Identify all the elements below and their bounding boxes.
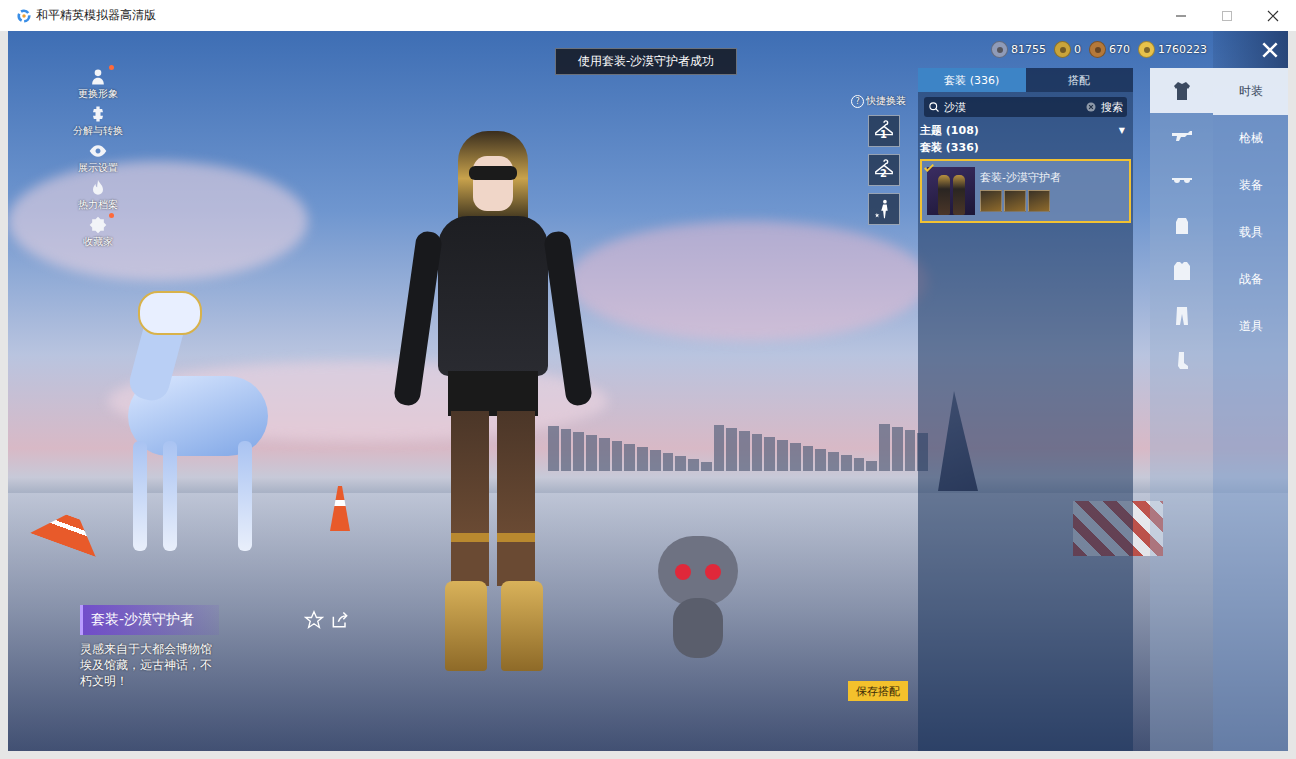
- category-icon: [1170, 304, 1194, 328]
- notification-dot: [109, 213, 114, 218]
- window-title: 和平精英模拟器高清版: [36, 7, 156, 24]
- emulator-window: 和平精英模拟器高清版使用套装-沙漠守护者成功更换形象分解与转换展示设置热力档案收…: [0, 0, 1296, 759]
- main-tab[interactable]: 装备: [1213, 162, 1288, 209]
- currency-item: 670: [1089, 41, 1130, 58]
- wardrobe-panel: 8175506701760223套装 (336)搭配沙漠搜索主题 (108)▼套…: [918, 31, 1288, 751]
- side-menu-item[interactable]: 更换形象: [70, 67, 126, 104]
- category-button[interactable]: [1150, 203, 1213, 248]
- currency-bar: 81755 0 670 1760223: [918, 31, 1213, 68]
- currency-icon: [1138, 41, 1155, 58]
- side-menu: 更换形象分解与转换展示设置热力档案收藏家: [70, 67, 126, 252]
- category-button[interactable]: [1150, 293, 1213, 338]
- save-outfit-button[interactable]: 保存搭配: [848, 681, 908, 701]
- panel-tab[interactable]: 搭配: [1026, 68, 1134, 92]
- outfit-name: 套装-沙漠守护者: [80, 605, 219, 635]
- search-button[interactable]: 搜索: [1101, 100, 1123, 115]
- category-button[interactable]: [1150, 248, 1213, 293]
- selected-check-icon: [923, 162, 935, 174]
- main-tabs: 时装枪械装备载具战备道具: [1213, 68, 1288, 751]
- category-bar: [1150, 68, 1213, 751]
- outfit-description: 灵感来自于大都会博物馆埃及馆藏，远古神话，不朽文明！: [80, 641, 220, 689]
- close-icon: [1267, 10, 1279, 22]
- minimize-icon: [1175, 10, 1187, 22]
- quick-change: ?快捷换装12: [851, 94, 906, 225]
- pet-cat: [658, 536, 738, 661]
- category-icon: [1170, 169, 1194, 193]
- main-tab[interactable]: 载具: [1213, 209, 1288, 256]
- currency-item: 0: [1054, 41, 1081, 58]
- side-menu-item[interactable]: 热力档案: [70, 178, 126, 215]
- unicorn-mount: [108, 261, 278, 561]
- category-icon: [1170, 349, 1194, 373]
- menu-icon: [88, 215, 108, 235]
- share-icon[interactable]: [330, 610, 350, 630]
- figure-star-icon: [873, 198, 895, 220]
- maximize-icon: [1221, 10, 1233, 22]
- city-skyline: [548, 421, 928, 471]
- game-screen: 使用套装-沙漠守护者成功更换形象分解与转换展示设置热力档案收藏家?快捷换装12套…: [8, 31, 1288, 751]
- category-icon: [1170, 124, 1194, 148]
- outfit-info: 套装-沙漠守护者灵感来自于大都会博物馆埃及馆藏，远古神话，不朽文明！: [80, 605, 350, 689]
- side-menu-item[interactable]: 分解与转换: [70, 104, 126, 141]
- notification-dot: [109, 65, 114, 70]
- help-button[interactable]: ?: [851, 95, 864, 108]
- panel-tab[interactable]: 套装 (336): [918, 68, 1026, 92]
- app-logo-icon: [17, 9, 31, 23]
- category-button[interactable]: [1150, 158, 1213, 203]
- currency-icon: [1089, 41, 1106, 58]
- favorite-star-icon[interactable]: [304, 610, 324, 630]
- part-gloves-icon: [980, 190, 1002, 212]
- minimize-button[interactable]: [1158, 0, 1204, 31]
- main-tab[interactable]: 战备: [1213, 256, 1288, 303]
- currency-item: 1760223: [1138, 41, 1207, 58]
- main-tab[interactable]: 道具: [1213, 303, 1288, 350]
- menu-icon: [88, 104, 108, 124]
- outfit-card[interactable]: 套装-沙漠守护者: [920, 159, 1131, 223]
- model-view-button[interactable]: [868, 193, 900, 225]
- category-button[interactable]: [1150, 68, 1213, 113]
- quick-slot-button[interactable]: 1: [868, 115, 900, 147]
- hud: 使用套装-沙漠守护者成功更换形象分解与转换展示设置热力档案收藏家?快捷换装12套…: [8, 31, 918, 751]
- category-icon: [1170, 259, 1194, 283]
- theme-filter[interactable]: 主题 (108)▼: [918, 121, 1133, 138]
- section-label: 套装 (336): [918, 138, 1133, 157]
- category-button[interactable]: [1150, 338, 1213, 383]
- clear-icon[interactable]: [1085, 101, 1097, 113]
- category-button[interactable]: [1150, 113, 1213, 158]
- currency-icon: [991, 41, 1008, 58]
- search-field[interactable]: 沙漠搜索: [924, 97, 1127, 117]
- outfit-thumbnail: [927, 167, 975, 215]
- main-tab[interactable]: 时装: [1213, 68, 1288, 115]
- part-top-icon: [1004, 190, 1026, 212]
- title-bar: 和平精英模拟器高清版: [0, 0, 1296, 31]
- quick-slot-button[interactable]: 2: [868, 154, 900, 186]
- category-icon: [1170, 79, 1194, 103]
- menu-icon: [88, 67, 108, 87]
- currency-item: 81755: [991, 41, 1046, 58]
- part-headwear-icon: [1028, 190, 1050, 212]
- menu-icon: [88, 141, 108, 161]
- search-icon: [928, 101, 940, 113]
- main-tab[interactable]: 枪械: [1213, 115, 1288, 162]
- item-list-panel: 套装 (336)搭配沙漠搜索主题 (108)▼套装 (336)套装-沙漠守护者: [918, 68, 1133, 751]
- menu-icon: [88, 178, 108, 198]
- toast-message: 使用套装-沙漠守护者成功: [555, 48, 737, 75]
- close-window-button[interactable]: [1250, 0, 1296, 31]
- category-icon: [1170, 214, 1194, 238]
- character-model: [393, 131, 593, 671]
- side-menu-item[interactable]: 展示设置: [70, 141, 126, 178]
- currency-icon: [1054, 41, 1071, 58]
- side-menu-item[interactable]: 收藏家: [70, 215, 126, 252]
- close-icon[interactable]: [1260, 40, 1280, 60]
- maximize-button[interactable]: [1204, 0, 1250, 31]
